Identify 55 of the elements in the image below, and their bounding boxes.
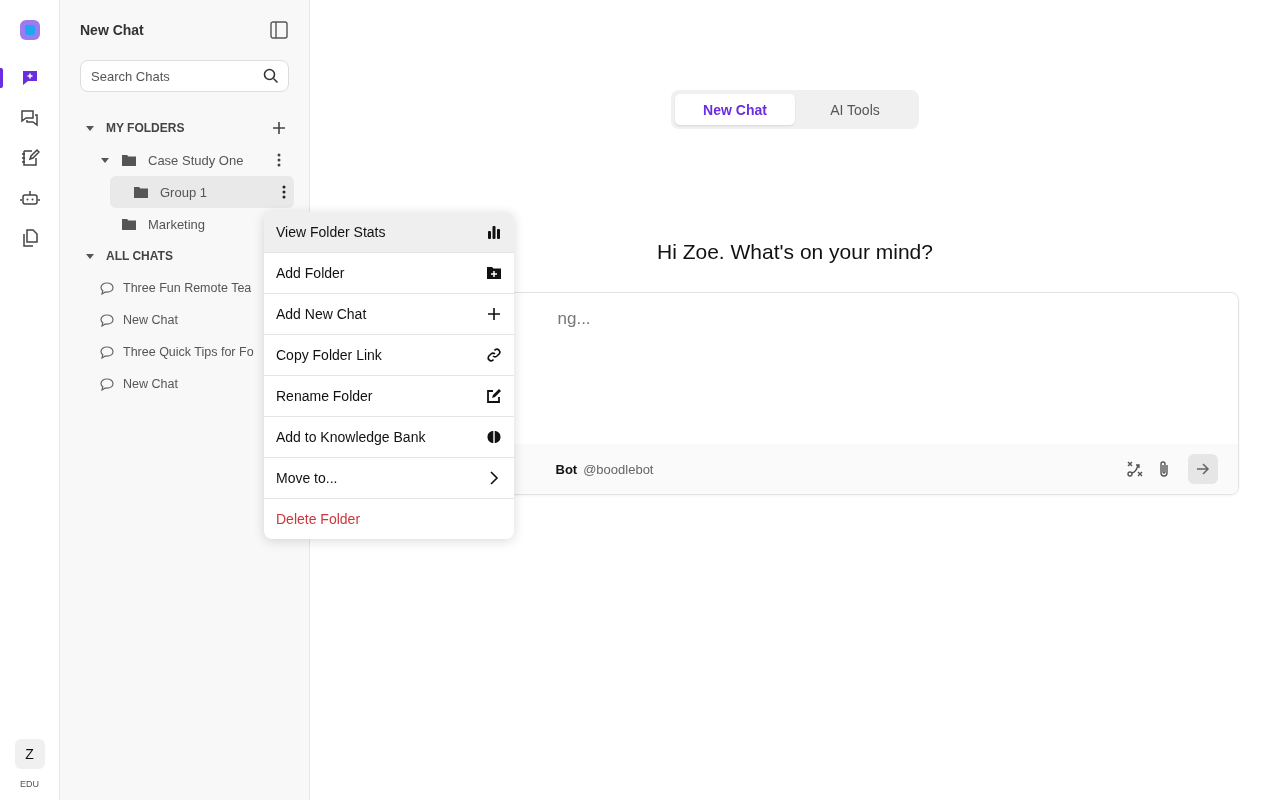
arrow-right-icon	[1195, 463, 1210, 475]
section-heading: MY FOLDERS	[106, 121, 185, 135]
menu-item[interactable]: View Folder Stats	[264, 212, 514, 252]
folder-plus-icon	[486, 265, 502, 281]
chat-bubble-icon	[100, 377, 114, 391]
chat-item[interactable]: New Chat	[80, 304, 178, 336]
robot-icon[interactable]	[19, 188, 40, 208]
bar-chart-icon	[486, 224, 502, 240]
chats-icon[interactable]	[19, 108, 40, 128]
notebook-icon[interactable]	[19, 148, 40, 168]
greeting: Hi Zoe. What's on your mind?	[657, 240, 933, 264]
brain-icon	[486, 429, 502, 445]
chat-bubble-icon	[100, 313, 114, 327]
menu-item[interactable]: Add to Knowledge Bank	[264, 416, 514, 457]
menu-item[interactable]: Move to...	[264, 457, 514, 498]
section-heading: ALL CHATS	[106, 249, 173, 263]
caret-icon[interactable]	[100, 155, 110, 165]
menu-item[interactable]: Copy Folder Link	[264, 334, 514, 375]
chat-bubble-icon	[100, 345, 114, 359]
menu-item[interactable]: Delete Folder	[264, 498, 514, 539]
tab[interactable]: AI Tools	[795, 94, 915, 125]
menu-item[interactable]: Add New Chat	[264, 293, 514, 334]
menu-item[interactable]: Add Folder	[264, 252, 514, 293]
tools-off-icon[interactable]	[1125, 460, 1144, 478]
bot-name: Bot	[555, 461, 578, 477]
sidebar-toggle-icon[interactable]	[270, 21, 288, 39]
plus-icon[interactable]	[272, 121, 286, 135]
edit-icon	[486, 388, 502, 404]
folder-icon	[122, 218, 136, 230]
plan-label: EDU	[20, 779, 39, 789]
caret-icon[interactable]	[85, 251, 95, 261]
user-avatar[interactable]: Z	[14, 739, 45, 769]
folder-item[interactable]: Case Study One	[80, 144, 289, 176]
sidebar-title: New Chat	[80, 22, 144, 38]
more-icon[interactable]	[277, 153, 281, 167]
caret-icon[interactable]	[85, 123, 95, 133]
folder-icon	[134, 186, 148, 198]
chat-item[interactable]: Three Quick Tips for Fo	[80, 336, 254, 368]
more-icon[interactable]	[282, 185, 286, 199]
folder-item[interactable]: Marketing	[80, 208, 214, 240]
search-field[interactable]: Search Chats	[80, 60, 289, 92]
chat-item[interactable]: Three Fun Remote Tea	[80, 272, 252, 304]
tab[interactable]: New Chat	[675, 94, 795, 125]
folder-icon	[122, 154, 136, 166]
plus-icon	[486, 306, 502, 322]
chat-bubble-icon	[100, 281, 114, 295]
logo-icon	[18, 19, 41, 41]
chat-item[interactable]: New Chat	[80, 368, 178, 400]
folder-item[interactable]: Group 1	[110, 176, 294, 208]
bot-handle: @boodlebot	[583, 461, 654, 477]
menu-item[interactable]: Rename Folder	[264, 375, 514, 416]
paperclip-icon[interactable]	[1157, 460, 1170, 478]
send-button[interactable]	[1187, 454, 1218, 484]
link-icon	[486, 347, 502, 363]
search-icon[interactable]	[263, 68, 279, 84]
